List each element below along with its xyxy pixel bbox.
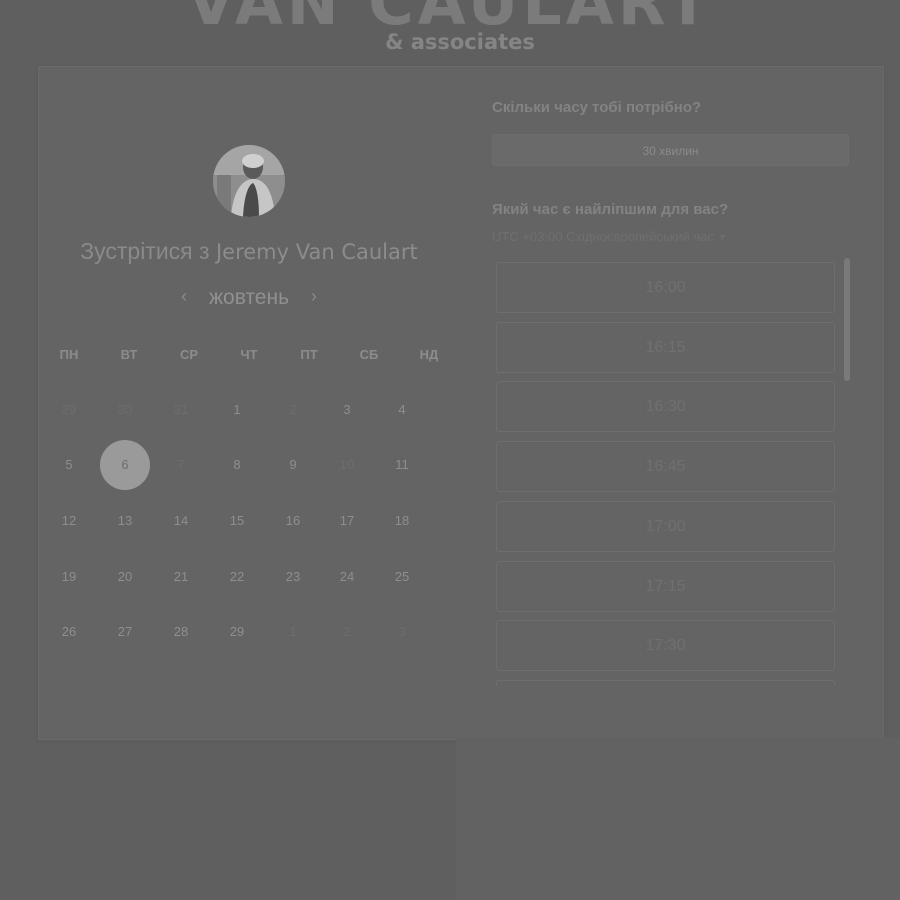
calendar-day[interactable]: 23 xyxy=(268,552,318,602)
calendar-day: 2 xyxy=(289,402,297,417)
calendar-day[interactable]: 27 xyxy=(100,607,150,657)
calendar-day: 1 xyxy=(289,624,297,639)
calendar-day[interactable]: 5 xyxy=(44,440,94,490)
host-name: Jeremy Van Caulart xyxy=(215,240,418,264)
calendar-day: 10 xyxy=(339,457,355,472)
background-panel xyxy=(456,738,900,900)
calendar-day: 30 xyxy=(117,402,133,417)
calendar-day: 31 xyxy=(173,402,189,417)
calendar-day: 3 xyxy=(398,624,406,639)
calendar-day[interactable]: 3 xyxy=(322,385,372,435)
calendar-day[interactable]: 17 xyxy=(322,496,372,546)
timezone-label: UTC +03:00 Східноєвропейський час xyxy=(492,229,714,244)
time-slot-button[interactable]: 17:00 xyxy=(496,500,835,552)
time-slot-button[interactable]: 17:30 xyxy=(496,620,835,672)
calendar-day[interactable]: 12 xyxy=(44,496,94,546)
weekday-label: ПТ xyxy=(300,347,318,362)
calendar-day[interactable]: 26 xyxy=(44,607,94,657)
time-slot-button[interactable] xyxy=(496,679,835,686)
calendar-day[interactable]: 9 xyxy=(268,440,318,490)
calendar-day: 2 xyxy=(343,624,351,639)
time-slot-button[interactable]: 16:45 xyxy=(496,441,835,493)
weekday-label: СБ xyxy=(359,347,379,362)
calendar-day-selected[interactable]: 6 xyxy=(100,440,150,490)
calendar-day[interactable]: 18 xyxy=(377,496,427,546)
calendar-day[interactable]: 24 xyxy=(322,552,372,602)
weekday-label: СР xyxy=(179,347,199,362)
person-photo-icon xyxy=(213,145,285,217)
time-slot-list[interactable]: 16:00 16:15 16:30 16:45 17:00 17:15 17:30 xyxy=(496,261,836,686)
time-question: Який час є найліпшим для вас? xyxy=(492,201,729,218)
calendar-day[interactable]: 19 xyxy=(44,552,94,602)
calendar-day[interactable]: 21 xyxy=(156,552,206,602)
caret-down-icon: ▼ xyxy=(717,232,727,242)
chevron-left-icon[interactable]: ‹ xyxy=(173,286,195,307)
calendar-day[interactable]: 16 xyxy=(268,496,318,546)
calendar-day[interactable]: 20 xyxy=(100,552,150,602)
month-label: жовтень xyxy=(208,286,290,309)
calendar-day[interactable]: 4 xyxy=(377,385,427,435)
duration-select[interactable]: 30 хвилин xyxy=(492,134,849,166)
duration-question: Скільки часу тобі потрібно? xyxy=(492,99,702,116)
weekday-label: НД xyxy=(419,347,439,362)
month-navigation: ‹ жовтень › xyxy=(58,286,440,310)
calendar-day[interactable]: 13 xyxy=(100,496,150,546)
weekday-label: ПН xyxy=(59,347,79,362)
time-slot-button[interactable]: 17:15 xyxy=(496,560,835,612)
calendar-day: 7 xyxy=(177,457,185,472)
calendar-day: 29 xyxy=(61,402,77,417)
weekday-label: ВТ xyxy=(120,347,138,362)
calendar-day[interactable]: 8 xyxy=(212,440,262,490)
calendar-day[interactable]: 14 xyxy=(156,496,206,546)
calendar-day[interactable]: 29 xyxy=(212,607,262,657)
calendar-day[interactable]: 1 xyxy=(212,385,262,435)
chevron-right-icon[interactable]: › xyxy=(303,286,325,307)
calendar-day[interactable]: 28 xyxy=(156,607,206,657)
brand-subtitle: & associates xyxy=(385,30,535,54)
time-slot-button[interactable]: 16:15 xyxy=(496,321,835,373)
meeting-title: Зустрітися з Jeremy Van Caulart xyxy=(58,238,440,265)
calendar-day[interactable]: 25 xyxy=(377,552,427,602)
calendar-day[interactable]: 15 xyxy=(212,496,262,546)
time-slot-scrollbar[interactable] xyxy=(844,258,850,381)
calendar-day[interactable]: 22 xyxy=(212,552,262,602)
timezone-select[interactable]: UTC +03:00 Східноєвропейський час ▼ xyxy=(492,229,727,244)
host-avatar xyxy=(213,145,285,217)
weekday-label: ЧТ xyxy=(240,347,258,362)
time-slot-button[interactable]: 16:00 xyxy=(496,262,835,313)
calendar-day[interactable]: 11 xyxy=(377,440,427,490)
time-slot-button[interactable]: 16:30 xyxy=(496,381,835,433)
meeting-title-prefix: Зустрітися з xyxy=(80,238,210,264)
